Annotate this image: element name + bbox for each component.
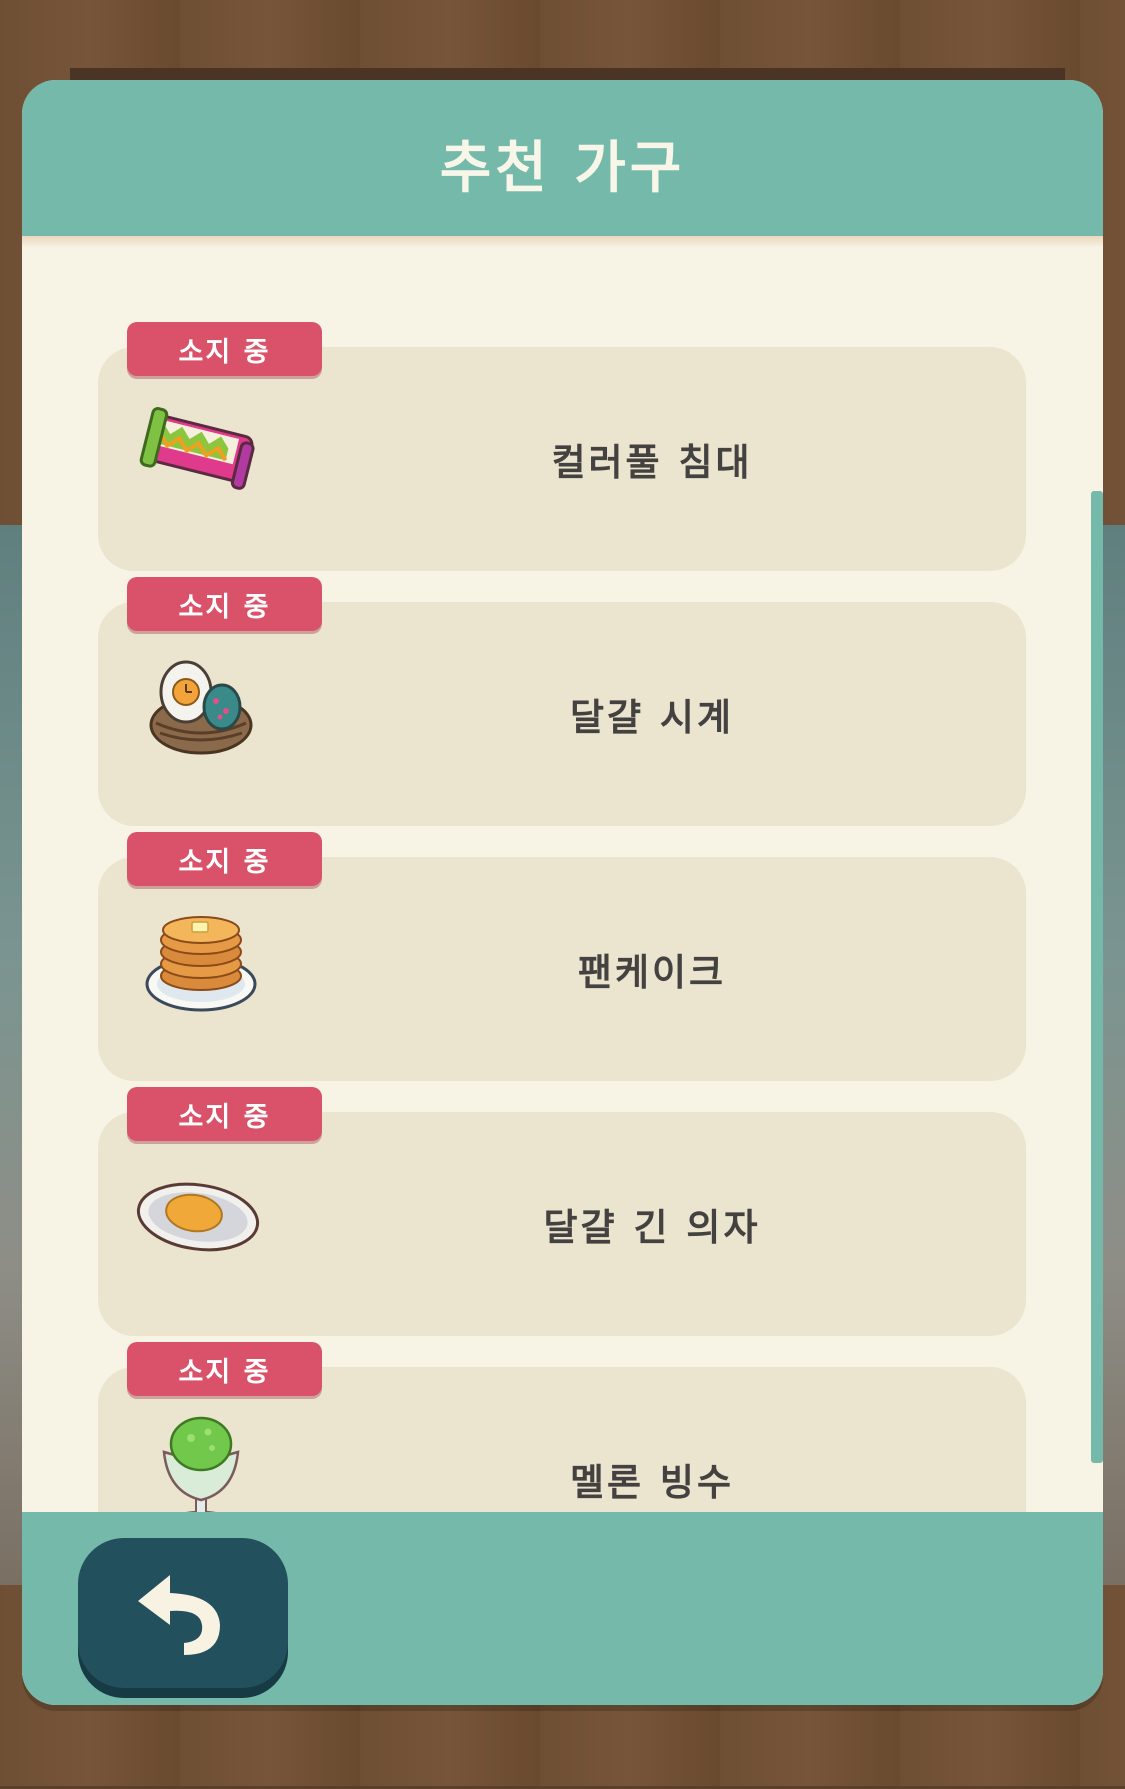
pancake-icon (136, 892, 266, 1022)
furniture-list[interactable]: 소지 중 컬러풀 침대 소지 중 달걀 시계 소지 중 팬케이크 소지 중 달걀… (22, 236, 1103, 1592)
dialog-header: 추천 가구 (22, 80, 1103, 236)
list-item[interactable]: 소지 중 컬러풀 침대 (98, 322, 1026, 571)
item-name: 달걀 긴 의자 (543, 1206, 761, 1249)
recommended-furniture-dialog: 추천 가구 소지 중 컬러풀 침대 소지 중 달걀 시계 소지 중 팬케이크 소… (22, 80, 1103, 1705)
header-shadow (22, 236, 1103, 248)
colorful-bed-icon (136, 382, 266, 512)
list-item[interactable]: 소지 중 달걀 긴 의자 (98, 1087, 1026, 1336)
egg-bench-icon (136, 1147, 266, 1277)
undo-arrow-icon (128, 1561, 238, 1665)
item-name: 팬케이크 (577, 951, 727, 994)
dialog-footer (22, 1512, 1103, 1705)
egg-clock-icon (136, 637, 266, 767)
item-name: 달걀 시계 (569, 696, 735, 739)
scrollbar[interactable] (1091, 491, 1103, 1463)
item-name: 컬러풀 침대 (551, 441, 753, 484)
back-button[interactable] (78, 1538, 288, 1688)
list-item[interactable]: 소지 중 달걀 시계 (98, 577, 1026, 826)
list-item[interactable]: 소지 중 팬케이크 (98, 832, 1026, 1081)
dialog-title: 추천 가구 (439, 135, 686, 201)
